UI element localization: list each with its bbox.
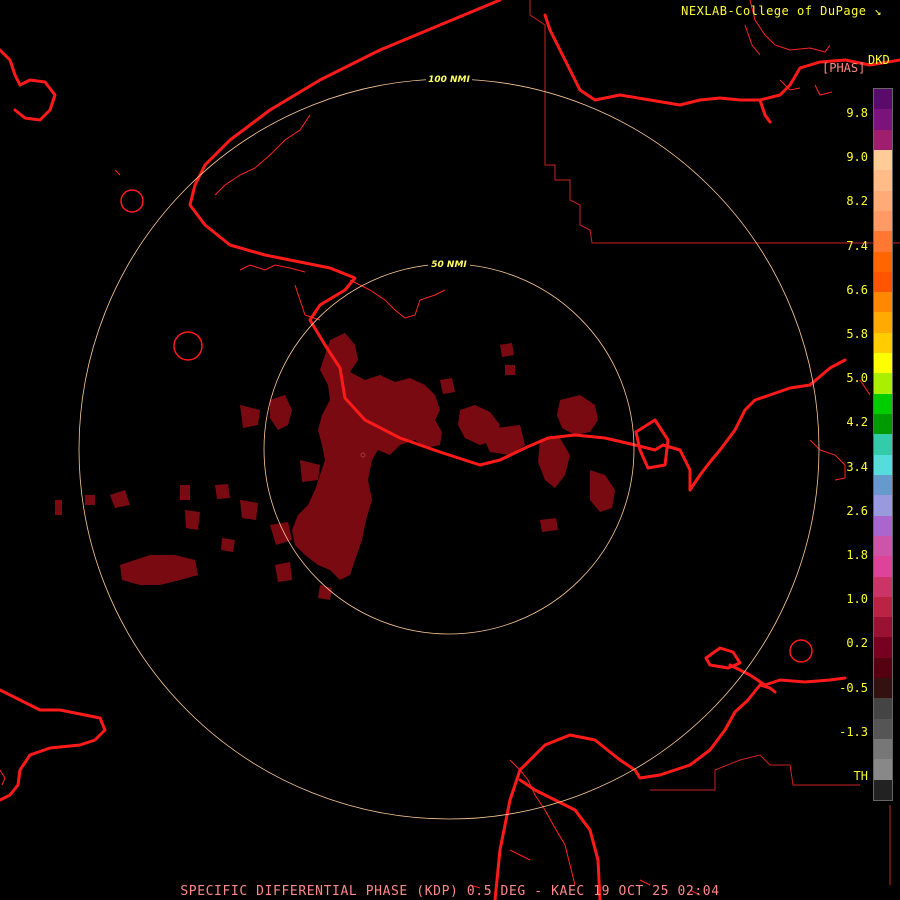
color-scale-segment bbox=[874, 535, 892, 557]
color-scale-segment bbox=[874, 657, 892, 679]
color-scale-tick-label: 7.4 bbox=[846, 238, 868, 253]
range-rings bbox=[78, 78, 820, 820]
color-scale-segment bbox=[874, 210, 892, 232]
color-scale-segment bbox=[874, 556, 892, 577]
color-scale-segment bbox=[874, 149, 892, 171]
coastlines bbox=[0, 0, 900, 900]
ring-label-100: 100 NMI bbox=[428, 75, 470, 85]
color-scale-segment bbox=[874, 353, 892, 374]
color-scale-segment bbox=[874, 434, 892, 455]
color-scale-segment bbox=[874, 617, 892, 638]
color-scale-segment bbox=[874, 495, 892, 516]
color-scale-segment bbox=[874, 474, 892, 496]
color-scale-segment bbox=[874, 373, 892, 394]
color-scale-segment bbox=[874, 779, 892, 800]
color-scale-segment bbox=[874, 393, 892, 414]
color-scale-tick-label: 3.4 bbox=[846, 459, 868, 474]
range-ring-labels: 100 NMI 50 NMI bbox=[426, 73, 472, 270]
product-code: DKD bbox=[868, 53, 890, 67]
color-scale-tick-label: 4.2 bbox=[846, 415, 868, 430]
color-scale-segment bbox=[874, 739, 892, 760]
product-footer: SPECIFIC DIFFERENTIAL PHASE (KDP) 0.5 DE… bbox=[180, 884, 720, 899]
color-scale-bar bbox=[873, 88, 893, 801]
color-scale-segment bbox=[874, 698, 892, 719]
color-scale-tick-label: 9.0 bbox=[846, 150, 868, 165]
color-scale-tick-label: 9.8 bbox=[846, 106, 868, 120]
arrow-corner-icon: ↘ bbox=[874, 4, 882, 18]
color-scale-segment bbox=[874, 718, 892, 739]
color-scale-tick-label: 2.6 bbox=[846, 503, 868, 518]
color-scale-segment bbox=[874, 759, 892, 780]
radar-echoes bbox=[55, 333, 615, 600]
color-scale-segment bbox=[874, 515, 892, 536]
color-scale-tick-label: 5.8 bbox=[846, 327, 868, 341]
color-scale-segment bbox=[874, 89, 892, 110]
color-scale-segment bbox=[874, 678, 892, 699]
color-scale-segment bbox=[874, 170, 892, 191]
color-scale-segment bbox=[874, 312, 892, 333]
color-scale-segment bbox=[874, 596, 892, 618]
color-scale-segment bbox=[874, 332, 892, 354]
shoreline-detail bbox=[0, 0, 871, 896]
color-scale-segment bbox=[874, 109, 892, 130]
color-scale-tick-label: 0.2 bbox=[846, 636, 868, 651]
state-borders bbox=[529, 0, 900, 885]
color-scale-segment bbox=[874, 271, 892, 293]
color-scale-tick-label: TH bbox=[853, 769, 868, 783]
color-scale-segment bbox=[874, 190, 892, 211]
color-scale-tick-label: 1.0 bbox=[846, 592, 868, 607]
color-scale-tick-label: 6.6 bbox=[846, 282, 868, 297]
color-scale-segment bbox=[874, 454, 892, 475]
color-scale-segment bbox=[874, 231, 892, 252]
color-scale-tick-label: 1.8 bbox=[846, 548, 868, 562]
color-scale-segment bbox=[874, 251, 892, 272]
color-scale-tick-label: 5.0 bbox=[846, 371, 868, 386]
color-scale-tick-label: -0.5 bbox=[839, 680, 868, 695]
color-scale-segment bbox=[874, 292, 892, 313]
color-scale-segment bbox=[874, 576, 892, 597]
credit-label: NEXLAB-College of DuPage bbox=[681, 4, 867, 18]
ring-label-50: 50 NMI bbox=[431, 260, 467, 270]
color-scale-tick-label: -1.3 bbox=[839, 724, 868, 739]
units-label: [PHAS] bbox=[822, 61, 866, 75]
color-scale-segment bbox=[874, 414, 892, 435]
color-scale-segment bbox=[874, 637, 892, 658]
color-scale-segment bbox=[874, 129, 892, 150]
color-scale-tick-label: 8.2 bbox=[846, 194, 868, 209]
credit-text: NEXLAB-College of DuPage ↘ bbox=[681, 4, 882, 18]
radar-map[interactable]: 100 NMI 50 NMI bbox=[0, 0, 900, 900]
range-ring-100 bbox=[78, 78, 820, 820]
